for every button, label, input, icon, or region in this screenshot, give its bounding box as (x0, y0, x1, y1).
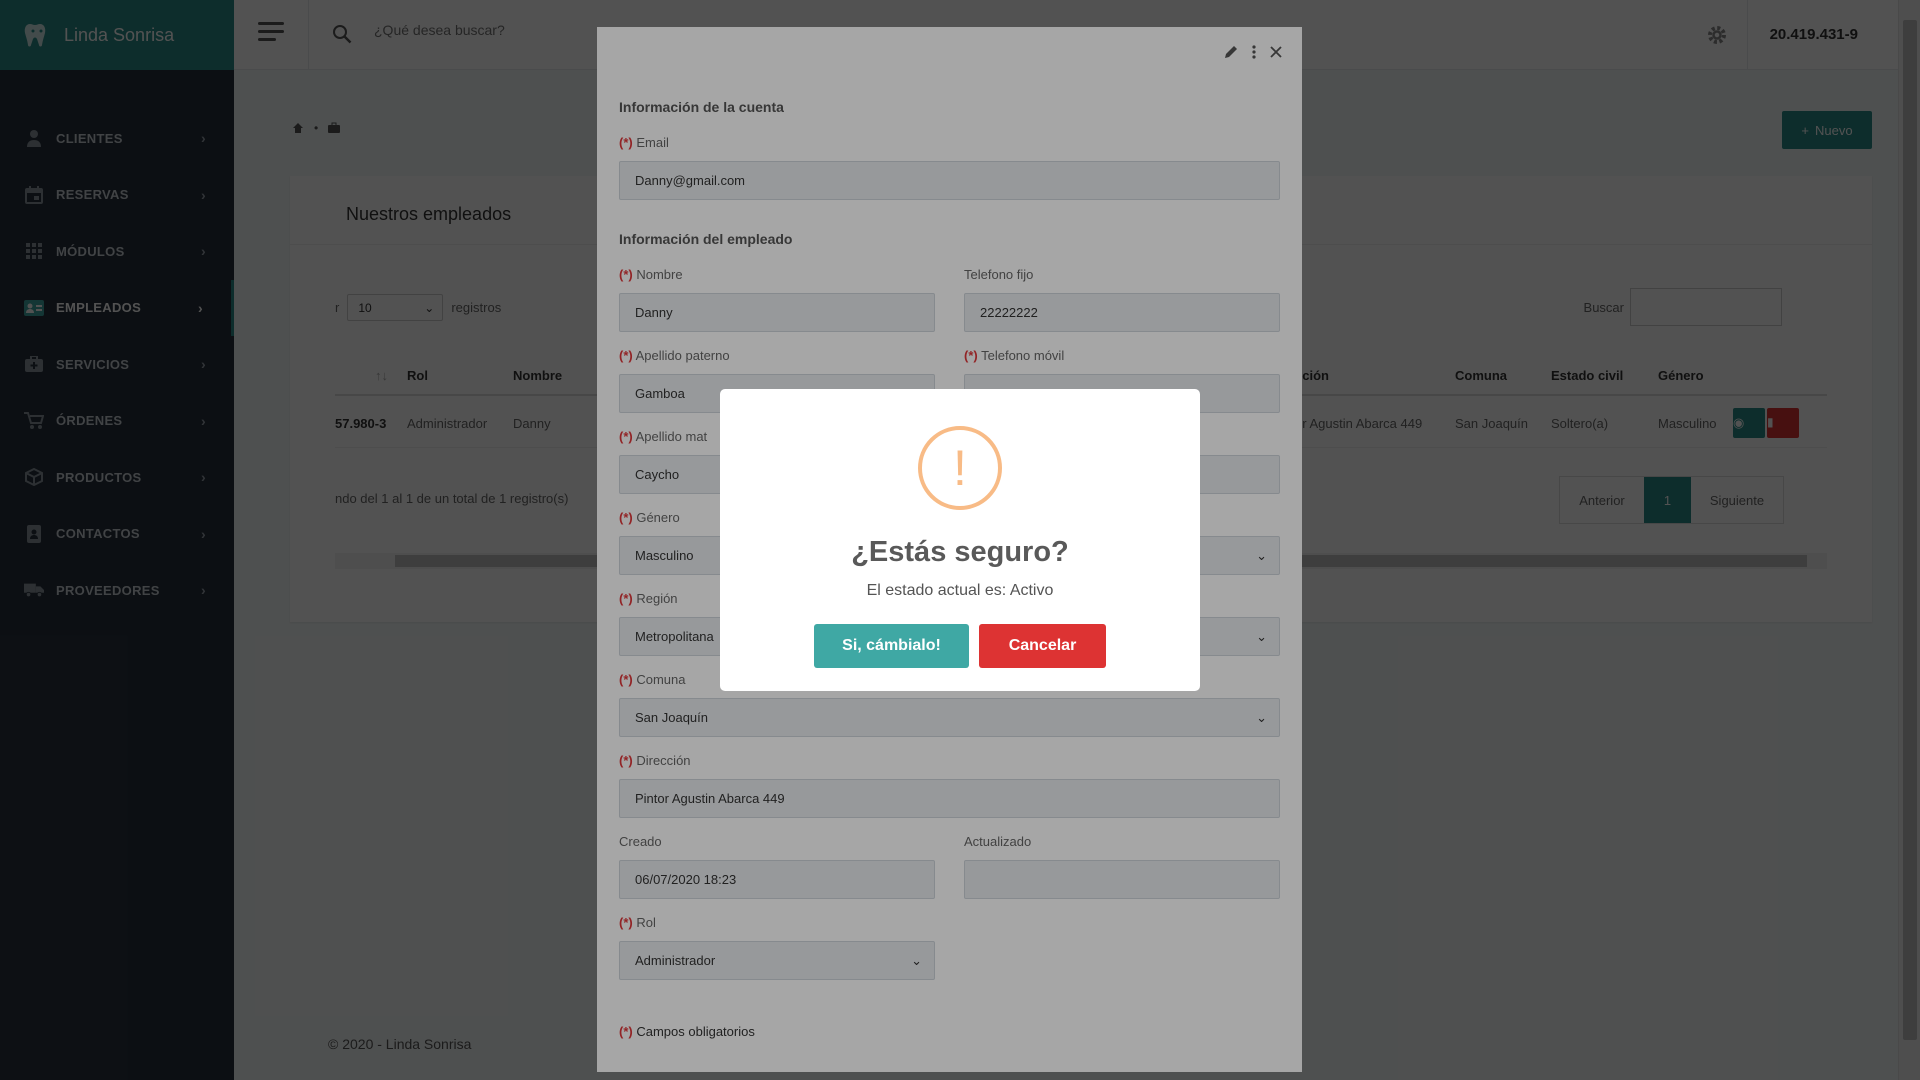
warning-mark: ! (953, 440, 967, 496)
confirm-button[interactable]: Si, cámbialo! (814, 624, 969, 668)
confirm-dialog: ! ¿Estás seguro? El estado actual es: Ac… (720, 389, 1200, 691)
confirm-text: El estado actual es: Activo (866, 582, 1054, 599)
cancel-button[interactable]: Cancelar (979, 624, 1106, 668)
warning-icon: ! (918, 426, 1002, 510)
confirm-title: ¿Estás seguro? (851, 536, 1069, 568)
